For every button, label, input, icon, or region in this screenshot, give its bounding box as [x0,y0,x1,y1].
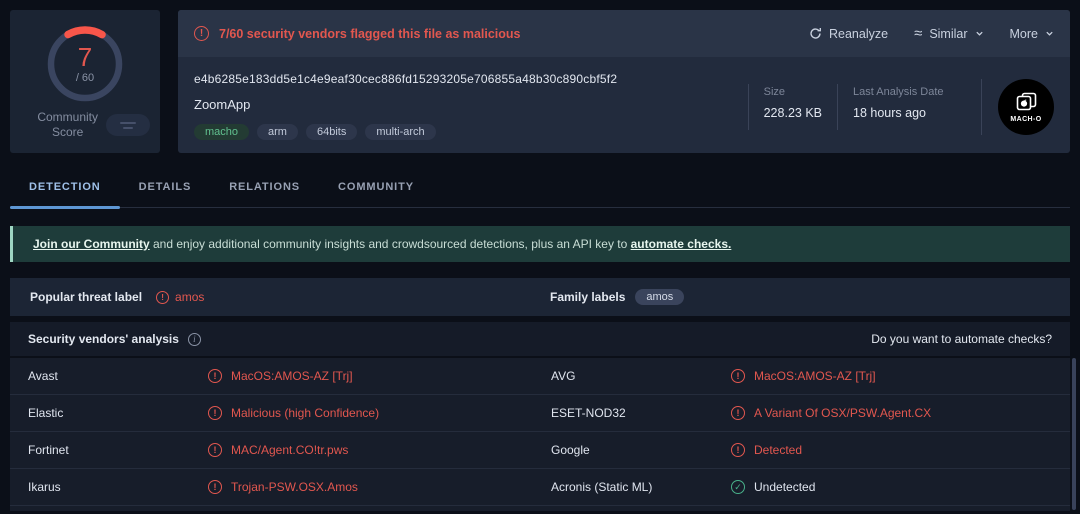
similar-waves-icon: ≈ [914,29,922,39]
votes-bar-icon [120,122,136,124]
tab-relations[interactable]: RELATIONS [210,168,319,207]
warning-icon: ! [194,26,209,41]
vendor-name: Acronis (Static ML) [551,480,731,494]
banner-text: and enjoy additional community insights … [150,237,631,251]
community-votes-badge[interactable] [106,114,150,136]
size-label: Size [764,86,822,98]
similar-button[interactable]: ≈ Similar [914,27,983,41]
popular-threat-label-title: Popular threat label [30,290,142,304]
family-label-pill[interactable]: amos [635,289,684,305]
vendor-result: MAC/Agent.CO!tr.pws [208,443,551,457]
vendor-name: Ikarus [28,480,208,494]
size-value: 228.23 KB [764,106,822,120]
vendor-result: Trojan-PSW.OSX.Amos [208,480,551,494]
vendor-name: Google [551,443,731,457]
alert-text: 7/60 security vendors flagged this file … [219,27,521,41]
file-name: ZoomApp [194,97,617,112]
votes-bar-icon [123,127,133,129]
automate-checks-prompt[interactable]: Do you want to automate checks? [871,332,1052,346]
table-row: Avast MacOS:AMOS-AZ [Trj] AVG MacOS:AMOS… [10,358,1070,395]
vendor-name: ESET-NOD32 [551,406,731,420]
file-report-header-card: ! 7/60 security vendors flagged this fil… [178,10,1070,153]
table-row: Fortinet MAC/Agent.CO!tr.pws Google Dete… [10,432,1070,469]
check-icon [731,480,745,494]
table-row: Ikarus Trojan-PSW.OSX.Amos Acronis (Stat… [10,469,1070,506]
more-button[interactable]: More [1010,27,1054,41]
mach-o-documents-icon [1013,91,1039,115]
tag-64bits[interactable]: 64bits [306,124,357,140]
tag-macho[interactable]: macho [194,124,249,140]
tag-multi-arch[interactable]: multi-arch [365,124,435,140]
refresh-icon [809,27,822,40]
detection-alert-banner: ! 7/60 security vendors flagged this fil… [178,10,1070,57]
vendor-name: Elastic [28,406,208,420]
vendor-name: AVG [551,369,731,383]
warning-icon [731,369,745,383]
detections-count: 7 [78,44,92,70]
automate-checks-link[interactable]: automate checks. [631,237,732,251]
vendor-name: Avast [28,369,208,383]
file-hash: e4b6285e183dd5e1c4e9eaf30cec886fd1529320… [194,72,617,86]
vendor-result: Malicious (high Confidence) [208,406,551,420]
last-analysis-value: 18 hours ago [853,106,965,120]
vendor-result: Undetected [731,480,1052,494]
warning-icon [208,406,222,420]
chevron-down-icon [975,29,984,38]
reanalyze-button[interactable]: Reanalyze [809,27,888,41]
file-identity: e4b6285e183dd5e1c4e9eaf30cec886fd1529320… [194,72,617,140]
chevron-down-icon [1045,29,1054,38]
warning-icon [208,369,222,383]
table-row: Elastic Malicious (high Confidence) ESET… [10,395,1070,432]
table-row-partial [10,506,1070,511]
warning-icon: ! [156,291,169,304]
last-analysis-block: Last Analysis Date 18 hours ago [837,84,965,130]
detection-score-gauge: 7 / 60 [43,22,127,106]
warning-icon [208,443,222,457]
report-tab-bar: DETECTION DETAILS RELATIONS COMMUNITY [10,168,1070,208]
file-type-badge-wrap: MACH-O [981,79,1054,135]
tab-community[interactable]: COMMUNITY [319,168,433,207]
last-analysis-label: Last Analysis Date [853,86,965,98]
join-community-banner: Join our Community and enjoy additional … [10,226,1070,262]
file-tags: macho arm 64bits multi-arch [194,124,617,140]
vendors-analysis-header: Security vendors' analysis i Do you want… [10,322,1070,356]
family-labels-title: Family labels [550,290,625,304]
macho-badge-label: MACH-O [1010,116,1041,123]
vendors-analysis-title: Security vendors' analysis [28,332,179,346]
community-score-card: 7 / 60 Community Score [10,10,160,153]
macho-file-type-badge[interactable]: MACH-O [998,79,1054,135]
vendor-result: A Variant Of OSX/PSW.Agent.CX [731,406,1052,420]
tab-details[interactable]: DETAILS [120,168,211,207]
detections-total: / 60 [76,72,94,84]
join-community-link[interactable]: Join our Community [33,237,150,251]
info-icon[interactable]: i [188,333,201,346]
tab-detection[interactable]: DETECTION [10,168,120,207]
warning-icon [208,480,222,494]
vendor-result: MacOS:AMOS-AZ [Trj] [731,369,1052,383]
security-vendors-analysis-section: Security vendors' analysis i Do you want… [10,322,1070,514]
warning-icon [731,443,745,457]
popular-threat-label-panel: Popular threat label ! amos Family label… [10,278,1070,316]
tag-arm[interactable]: arm [257,124,298,140]
vendor-name: Fortinet [28,443,208,457]
popular-threat-label-value: ! amos [156,290,204,304]
community-score-label: Community Score [37,110,98,140]
vendor-result: MacOS:AMOS-AZ [Trj] [208,369,551,383]
file-size-block: Size 228.23 KB [748,84,822,130]
table-scrollbar[interactable] [1072,358,1076,510]
vendor-result: Detected [731,443,1052,457]
warning-icon [731,406,745,420]
